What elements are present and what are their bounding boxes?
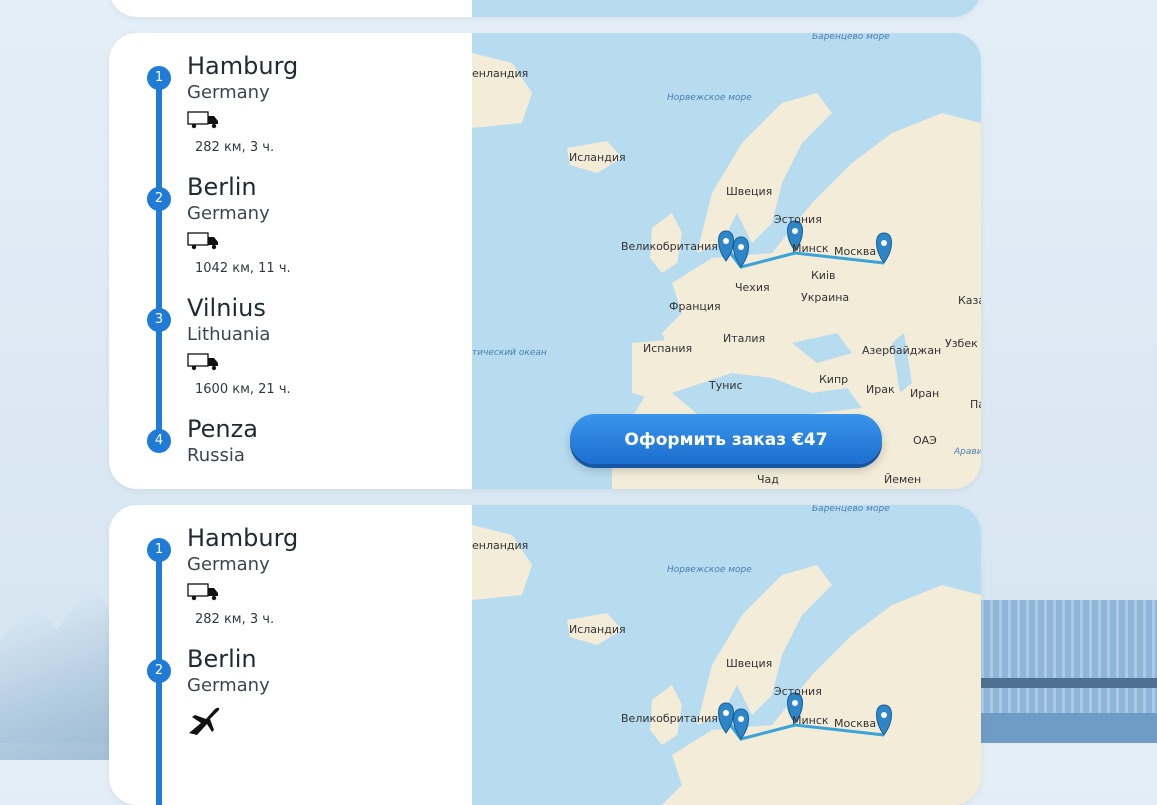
map-label: Исландия: [569, 151, 626, 164]
route-map[interactable]: Баренцево море енландия Норвежское море …: [472, 505, 981, 805]
stop-city: Penza: [187, 415, 258, 443]
map-label: Эстония: [774, 685, 822, 698]
map-label: Баренцево море: [812, 33, 890, 42]
map-label: Чад: [757, 473, 779, 486]
route-map: [472, 0, 981, 17]
map-label: Эстония: [774, 213, 822, 226]
map-label: Ирак: [866, 383, 895, 396]
stop-number: 4: [147, 429, 171, 453]
stop-country: Germany: [187, 554, 270, 575]
stop-number: 1: [147, 538, 171, 562]
map-label: Тунис: [708, 379, 743, 392]
map-label: Азербайджан: [862, 344, 941, 357]
map-label: тический океан: [472, 348, 547, 358]
map-label: Швеция: [726, 185, 772, 198]
route-card-previous: [109, 0, 981, 17]
map-label: енландия: [472, 539, 528, 552]
map-label: ОАЭ: [913, 434, 937, 447]
map-label: Италия: [723, 332, 765, 345]
route-stop: 1 Hamburg Germany 282 км, 3 ч.: [147, 524, 467, 656]
map-label: Йемен: [884, 473, 921, 486]
stop-country: Russia: [187, 445, 245, 466]
stop-city: Hamburg: [187, 524, 299, 552]
map-label: Москва: [834, 717, 876, 730]
stop-distance: 1042 км, 11 ч.: [195, 261, 291, 276]
stop-country: Germany: [187, 203, 270, 224]
truck-icon: [187, 111, 218, 129]
plane-icon: [189, 707, 220, 735]
stop-number: 2: [147, 659, 171, 683]
map-label: Чехия: [735, 281, 770, 294]
truck-icon: [187, 353, 218, 371]
stop-city: Berlin: [187, 645, 257, 673]
map-label: енландия: [472, 67, 528, 80]
map-label: Москва: [834, 245, 876, 258]
route-stops: 1 Hamburg Germany 282 км, 3 ч. 2 Berlin …: [109, 505, 472, 805]
route-card: 1 Hamburg Germany 282 км, 3 ч. 2 Berlin …: [109, 33, 981, 489]
truck-icon: [187, 232, 218, 250]
map-label: Норвежское море: [667, 565, 752, 575]
map-label: Кипр: [819, 373, 848, 386]
route-stop: 3 Vilnius Lithuania 1600 км, 21 ч.: [147, 294, 467, 426]
stop-distance: 282 км, 3 ч.: [195, 612, 275, 627]
stop-country: Germany: [187, 82, 270, 103]
map-label: Баренцево море: [812, 505, 890, 514]
map-label: Украина: [801, 291, 849, 304]
map-label: Минск: [792, 714, 829, 727]
stop-number: 3: [147, 308, 171, 332]
stop-country: Lithuania: [187, 324, 271, 345]
map-label: Великобритания: [621, 712, 718, 725]
stop-distance: 1600 км, 21 ч.: [195, 382, 291, 397]
map-label: Исландия: [569, 623, 626, 636]
truck-icon: [187, 583, 218, 601]
map-label: Па: [970, 398, 981, 411]
route-stop: 2 Berlin Germany: [147, 645, 467, 777]
route-card: 1 Hamburg Germany 282 км, 3 ч. 2 Berlin …: [109, 505, 981, 805]
map-label: Арави: [953, 447, 981, 457]
map-label: Великобритания: [621, 240, 718, 253]
stop-city: Berlin: [187, 173, 257, 201]
route-stop: 1 Hamburg Germany 282 км, 3 ч.: [147, 52, 467, 184]
map-label: Испания: [643, 342, 692, 355]
route-stop: 2 Berlin Germany 1042 км, 11 ч.: [147, 173, 467, 305]
map-label: Каза: [958, 294, 981, 307]
route-stop: 4 Penza Russia: [147, 415, 467, 489]
background-containers: [975, 600, 1157, 743]
map-label: Норвежское море: [667, 93, 752, 103]
map-label: Узбек: [945, 337, 978, 350]
map-label: Минск: [792, 242, 829, 255]
map-label: Швеция: [726, 657, 772, 670]
map-label: Иран: [910, 387, 939, 400]
stop-number: 1: [147, 66, 171, 90]
stop-number: 2: [147, 187, 171, 211]
stop-distance: 282 км, 3 ч.: [195, 140, 275, 155]
route-stops: 1 Hamburg Germany 282 км, 3 ч. 2 Berlin …: [109, 33, 472, 489]
stop-city: Vilnius: [187, 294, 266, 322]
stop-city: Hamburg: [187, 52, 299, 80]
order-button[interactable]: Оформить заказ €47: [570, 414, 882, 464]
stop-country: Germany: [187, 675, 270, 696]
map-label: Франция: [669, 300, 721, 313]
map-label: Киів: [811, 269, 836, 282]
